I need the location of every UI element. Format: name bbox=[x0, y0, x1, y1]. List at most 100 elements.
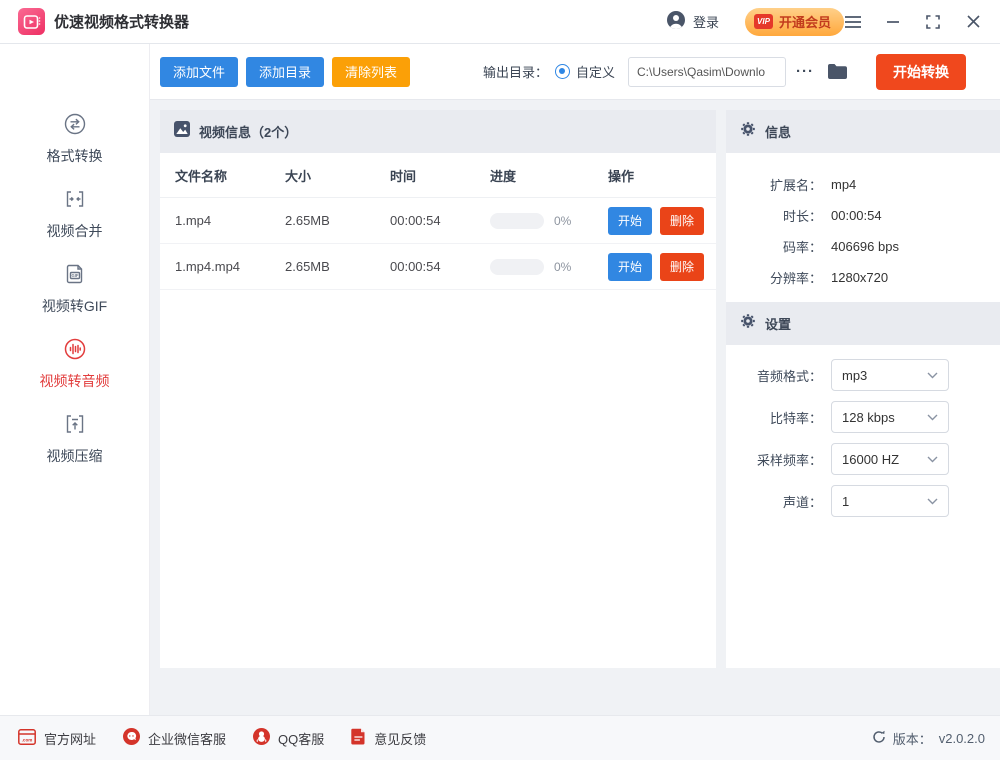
field-label: 时长： bbox=[782, 209, 822, 224]
file-name: 1.mp4.mp4 bbox=[175, 259, 241, 274]
file-time: 00:00:54 bbox=[390, 259, 441, 274]
select-value: 1 bbox=[842, 493, 850, 509]
open-vip-label: 开通会员 bbox=[778, 15, 831, 30]
sidebar-item-video-to-gif[interactable]: GIF 视频转GIF bbox=[42, 262, 107, 316]
info-section-header: 信息 bbox=[726, 110, 1000, 153]
sidebar-item-label: 格式转换 bbox=[46, 148, 103, 164]
login-label: 登录 bbox=[692, 15, 719, 30]
setting-row-sample-rate: 采样频率： 16000 HZ bbox=[726, 443, 1000, 475]
official-website-link[interactable]: .com 官方网址 bbox=[18, 728, 97, 748]
file-size: 2.65MB bbox=[285, 213, 330, 228]
field-value: 406696 bps bbox=[831, 239, 899, 254]
browse-more-button[interactable]: ··· bbox=[796, 63, 814, 80]
version-value: v2.0.2.0 bbox=[938, 730, 985, 746]
table-row: 1.mp4.mp4 2.65MB 00:00:54 0% 开始 删除 bbox=[160, 244, 716, 290]
info-row-extension: 扩展名： mp4 bbox=[726, 169, 1000, 200]
delete-button[interactable]: 删除 bbox=[660, 252, 705, 281]
settings-section-title: 设置 bbox=[765, 317, 792, 332]
select-value: 128 kbps bbox=[842, 409, 895, 425]
wechat-service-link[interactable]: 企业微信客服 bbox=[123, 728, 226, 748]
output-directory-label: 输出目录： bbox=[482, 65, 548, 80]
progress-percent: 0% bbox=[554, 259, 572, 274]
refresh-icon[interactable] bbox=[872, 730, 886, 747]
minimize-icon[interactable] bbox=[884, 13, 902, 31]
start-button[interactable]: 开始 bbox=[608, 252, 653, 281]
titlebar-right: 登录 VIP 开通会员 bbox=[666, 7, 982, 36]
bitrate-select[interactable]: 128 kbps bbox=[831, 401, 949, 433]
actions-cell: 开始 删除 bbox=[608, 206, 716, 235]
sidebar-item-video-compress[interactable]: 视频压缩 bbox=[47, 412, 103, 466]
field-value: 00:00:54 bbox=[831, 208, 882, 223]
footer-link-label: 意见反馈 bbox=[374, 731, 427, 747]
sidebar-item-label: 视频压缩 bbox=[46, 448, 103, 464]
chevron-down-icon bbox=[927, 456, 938, 463]
vip-icon: VIP bbox=[753, 14, 773, 29]
info-row-resolution: 分辨率： 1280x720 bbox=[726, 262, 1000, 293]
qq-service-link[interactable]: QQ客服 bbox=[253, 728, 324, 748]
app-title: 优速视频格式转换器 bbox=[54, 14, 190, 31]
column-actions: 操作 bbox=[608, 168, 635, 184]
file-time: 00:00:54 bbox=[390, 213, 441, 228]
format-convert-icon bbox=[63, 112, 87, 141]
sidebar-item-label: 视频合并 bbox=[46, 223, 103, 239]
sidebar-item-video-merge[interactable]: 视频合并 bbox=[47, 187, 103, 241]
feedback-link[interactable]: 意见反馈 bbox=[351, 728, 426, 748]
app-logo-icon bbox=[18, 8, 45, 35]
svg-text:.com: .com bbox=[22, 737, 33, 742]
add-directory-button[interactable]: 添加目录 bbox=[246, 56, 325, 87]
column-size: 大小 bbox=[285, 168, 312, 184]
close-icon[interactable] bbox=[964, 13, 982, 31]
open-vip-button[interactable]: VIP 开通会员 bbox=[744, 7, 844, 36]
website-icon: .com bbox=[18, 728, 36, 748]
add-file-button[interactable]: 添加文件 bbox=[160, 56, 239, 87]
user-icon bbox=[666, 10, 686, 33]
video-merge-icon bbox=[63, 187, 87, 216]
column-file-name: 文件名称 bbox=[175, 168, 228, 184]
wechat-service-icon bbox=[123, 728, 141, 748]
video-info-title: 视频信息（2个） bbox=[199, 125, 298, 140]
output-path-input[interactable] bbox=[628, 56, 786, 87]
sidebar-item-format-convert[interactable]: 格式转换 bbox=[47, 112, 103, 166]
gear-icon bbox=[740, 121, 756, 142]
field-label: 分辨率： bbox=[769, 271, 822, 286]
settings-section-header: 设置 bbox=[726, 302, 1000, 345]
channel-select[interactable]: 1 bbox=[831, 485, 949, 517]
progress-bar bbox=[490, 212, 544, 229]
qq-service-icon bbox=[253, 728, 271, 748]
video-info-panel: 视频信息（2个） 文件名称 大小 时间 进度 操作 1.mp4 2.65MB 0… bbox=[160, 110, 716, 668]
progress-percent: 0% bbox=[554, 213, 572, 228]
table-row: 1.mp4 2.65MB 00:00:54 0% 开始 删除 bbox=[160, 198, 716, 244]
clear-list-button[interactable]: 清除列表 bbox=[332, 56, 411, 87]
chevron-down-icon bbox=[927, 414, 938, 421]
footer-link-label: 官方网址 bbox=[44, 731, 97, 747]
setting-row-audio-format: 音频格式： mp3 bbox=[726, 359, 1000, 391]
version-label: 版本： bbox=[892, 731, 932, 747]
setting-row-channels: 声道： 1 bbox=[726, 485, 1000, 517]
open-folder-icon[interactable] bbox=[827, 63, 848, 80]
maximize-icon[interactable] bbox=[924, 13, 942, 31]
progress-cell: 0% bbox=[490, 212, 608, 229]
start-convert-button[interactable]: 开始转换 bbox=[876, 53, 966, 90]
settings-fields: 音频格式： mp3 比特率： 128 kbps 采样频率： 16000 HZ 声… bbox=[726, 345, 1000, 517]
info-row-duration: 时长： 00:00:54 bbox=[726, 200, 1000, 231]
feedback-icon bbox=[351, 728, 366, 748]
field-label: 采样频率： bbox=[756, 452, 822, 468]
video-info-header: 视频信息（2个） bbox=[160, 110, 716, 153]
actions-cell: 开始 删除 bbox=[608, 252, 716, 281]
start-button[interactable]: 开始 bbox=[608, 206, 653, 235]
login-button[interactable]: 登录 bbox=[666, 10, 719, 33]
select-value: 16000 HZ bbox=[842, 451, 900, 467]
sidebar-item-video-to-audio[interactable]: 视频转音频 bbox=[40, 337, 110, 391]
file-name: 1.mp4 bbox=[175, 213, 212, 228]
progress-bar bbox=[490, 258, 544, 275]
footer-link-label: QQ客服 bbox=[278, 731, 325, 747]
audio-format-select[interactable]: mp3 bbox=[831, 359, 949, 391]
chevron-down-icon bbox=[927, 498, 938, 505]
video-to-gif-icon: GIF bbox=[63, 262, 87, 291]
menu-icon[interactable] bbox=[844, 13, 862, 31]
progress-cell: 0% bbox=[490, 258, 608, 275]
sample-rate-select[interactable]: 16000 HZ bbox=[831, 443, 949, 475]
delete-button[interactable]: 删除 bbox=[660, 206, 705, 235]
custom-radio[interactable] bbox=[554, 64, 570, 79]
video-to-audio-icon bbox=[63, 337, 87, 366]
